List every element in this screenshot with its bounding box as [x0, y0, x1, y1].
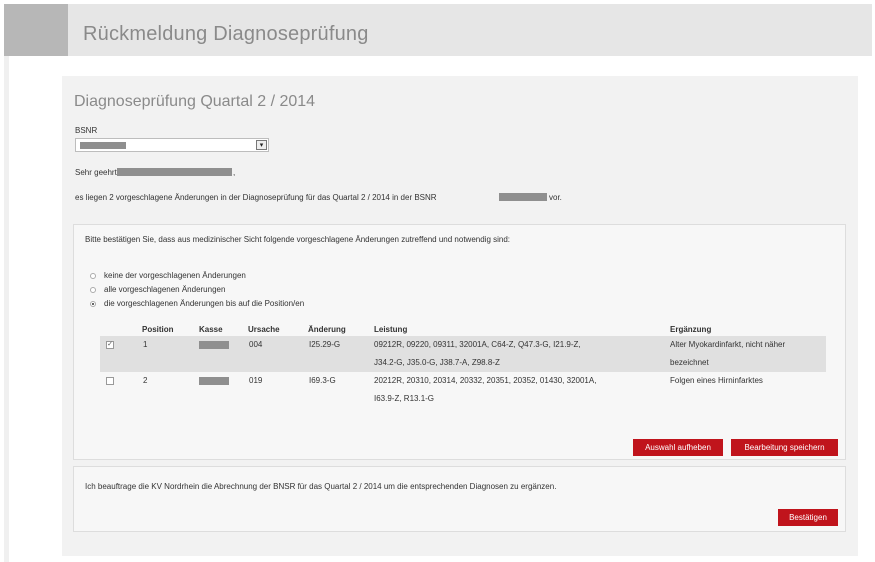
redacted-recipient-name: [117, 168, 232, 176]
page-title: Rückmeldung Diagnoseprüfung: [83, 23, 369, 45]
confirm-prompt: Bitte bestätigen Sie, dass aus medizinis…: [85, 235, 511, 244]
bsnr-label: BSNR: [75, 126, 98, 135]
radio-button[interactable]: [90, 273, 96, 279]
radio-label: keine der vorgeschlagenen Änderungen: [104, 271, 246, 280]
header-kasse: Kasse: [199, 325, 223, 334]
commission-box: [73, 466, 846, 532]
left-edge: [4, 56, 9, 562]
radio-label: die vorgeschlagenen Änderungen bis auf d…: [104, 299, 305, 308]
header-aenderung: Änderung: [308, 325, 346, 334]
cell-position: 2: [143, 376, 148, 385]
cell-ergaenzung-line2: bezeichnet: [670, 358, 709, 367]
cell-leistung-line1: 09212R, 09220, 09311, 32001A, C64-Z, Q47…: [374, 340, 581, 349]
radio-button[interactable]: [90, 301, 96, 307]
header-position: Position: [142, 325, 174, 334]
redacted-kasse: [199, 341, 229, 349]
header-ursache: Ursache: [248, 325, 280, 334]
intro-suffix: vor.: [549, 193, 562, 202]
cell-ergaenzung-line1: Alter Myokardinfarkt, nicht näher: [670, 340, 786, 349]
radio-button[interactable]: [90, 287, 96, 293]
header-ergaenzung: Ergänzung: [670, 325, 712, 334]
save-editing-button[interactable]: Bearbeitung speichern: [731, 439, 838, 456]
cell-leistung-line1: 20212R, 20310, 20314, 20332, 20351, 2035…: [374, 376, 597, 385]
cell-leistung-line2: J34.2-G, J35.0-G, J38.7-A, Z98.8-Z: [374, 358, 500, 367]
cell-position: 1: [143, 340, 148, 349]
bsnr-select[interactable]: ▾: [75, 138, 269, 152]
header-accent: [4, 4, 68, 56]
panel-title: Diagnoseprüfung Quartal 2 / 2014: [74, 93, 316, 110]
page-header: Rückmeldung Diagnoseprüfung: [4, 4, 872, 56]
confirm-button[interactable]: Bestätigen: [778, 509, 838, 526]
greeting-text: Sehr geehrte: [75, 168, 122, 177]
greeting-comma: ,: [233, 168, 236, 177]
radio-label: alle vorgeschlagenen Änderungen: [104, 285, 226, 294]
header-leistung: Leistung: [374, 325, 408, 334]
chevron-down-icon[interactable]: ▾: [256, 140, 267, 150]
redacted-bsnr-value: [80, 142, 126, 149]
cell-aenderung: I69.3-G: [309, 376, 336, 385]
cell-ergaenzung-line1: Folgen eines Hirninfarktes: [670, 376, 763, 385]
row-checkbox[interactable]: ✓: [106, 341, 114, 349]
redacted-bsnr-inline: [499, 193, 547, 201]
cell-leistung-line2: I63.9-Z, R13.1-G: [374, 394, 435, 403]
cell-aenderung: I25.29-G: [309, 340, 341, 349]
row-checkbox[interactable]: [106, 377, 114, 385]
cell-ursache: 004: [249, 340, 263, 349]
commission-text: Ich beauftrage die KV Nordrhein die Abre…: [85, 482, 557, 491]
clear-selection-button[interactable]: Auswahl aufheben: [633, 439, 723, 456]
redacted-kasse: [199, 377, 229, 385]
intro-text: es liegen 2 vorgeschlagene Änderungen in…: [75, 193, 437, 202]
cell-ursache: 019: [249, 376, 263, 385]
